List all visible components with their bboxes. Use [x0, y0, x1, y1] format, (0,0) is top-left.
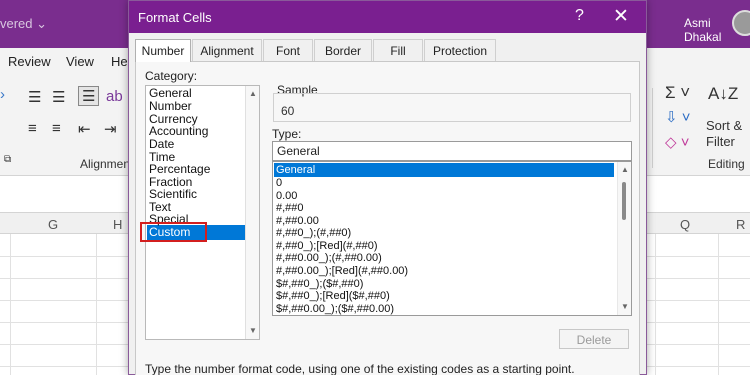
highlight-annotation: [140, 222, 207, 242]
scroll-thumb[interactable]: [622, 182, 626, 220]
type-label: Type:: [272, 127, 302, 141]
tab-view[interactable]: View: [66, 54, 94, 69]
tab-fill[interactable]: Fill: [373, 39, 423, 61]
scroll-up-icon[interactable]: ▲: [249, 89, 257, 98]
alignment-group-label: Alignmen: [80, 157, 131, 171]
delete-button[interactable]: Delete: [559, 329, 629, 349]
fill-icon[interactable]: ⇩ ˅: [665, 108, 691, 126]
format-item[interactable]: 0: [276, 177, 282, 189]
format-item[interactable]: $#,##0_);[Red]($#,##0): [276, 290, 390, 302]
format-item[interactable]: #,##0: [276, 202, 304, 214]
dialog-title: Format Cells: [138, 10, 212, 25]
category-scrollbar[interactable]: ▲ ▼: [245, 86, 259, 339]
decrease-indent-icon[interactable]: ⇤: [78, 120, 91, 138]
help-button[interactable]: ?: [575, 7, 584, 25]
format-selection-highlight: [274, 163, 614, 177]
tab-review[interactable]: Review: [8, 54, 51, 69]
format-scrollbar[interactable]: ▲ ▼: [617, 162, 631, 315]
help-text: Type the number format code, using one o…: [145, 362, 575, 375]
category-label: Category:: [145, 69, 198, 83]
format-item[interactable]: #,##0.00_);(#,##0.00): [276, 252, 382, 264]
category-list[interactable]: General Number Currency Accounting Date …: [145, 85, 260, 340]
column-header-r[interactable]: R: [736, 217, 745, 232]
align-bottom-icon[interactable]: ☰: [78, 86, 100, 106]
sort-filter-label-2[interactable]: Filter: [706, 134, 735, 149]
type-input[interactable]: [272, 141, 632, 161]
sort-filter-icon[interactable]: A↓Z: [708, 84, 738, 104]
close-button[interactable]: ✕: [613, 5, 629, 28]
autosum-icon[interactable]: Σ ˅: [665, 83, 690, 103]
increase-indent-icon[interactable]: ⇥: [104, 120, 117, 138]
scroll-up-icon[interactable]: ▲: [621, 165, 629, 174]
dialog-launcher-icon[interactable]: ⧉: [4, 154, 11, 165]
tab-number[interactable]: Number: [135, 39, 191, 62]
column-header-q[interactable]: Q: [680, 217, 690, 232]
column-header-h[interactable]: H: [113, 217, 122, 232]
sample-value: 60: [281, 104, 295, 118]
clear-icon[interactable]: ◇ ˅: [665, 133, 689, 151]
scroll-down-icon[interactable]: ▼: [621, 302, 629, 311]
dialog-title-bar[interactable]: Format Cells ? ✕: [129, 1, 646, 33]
format-cells-dialog: Format Cells ? ✕ Number Alignment Font B…: [128, 0, 647, 375]
orientation-text-icon[interactable]: ab: [106, 88, 123, 105]
tab-help[interactable]: He: [111, 54, 128, 69]
align-middle-icon[interactable]: ☰: [52, 88, 65, 106]
tab-alignment[interactable]: Alignment: [192, 39, 262, 61]
format-item[interactable]: $#,##0_);($#,##0): [276, 278, 363, 290]
format-code-list[interactable]: General 0 0.00 #,##0 #,##0.00 #,##0_);(#…: [272, 161, 632, 316]
format-item[interactable]: 0.00: [276, 190, 297, 202]
tab-protection[interactable]: Protection: [424, 39, 496, 61]
format-item[interactable]: #,##0_);[Red](#,##0): [276, 240, 378, 252]
sort-filter-label[interactable]: Sort &: [706, 118, 742, 133]
format-item[interactable]: #,##0_);(#,##0): [276, 227, 351, 239]
document-status[interactable]: vered ⌄: [0, 16, 47, 32]
sample-box: [273, 93, 631, 122]
editing-group-label: Editing: [708, 157, 745, 171]
tab-font[interactable]: Font: [263, 39, 313, 61]
format-item-general[interactable]: General: [276, 164, 315, 176]
align-center-icon[interactable]: ≡: [52, 120, 61, 137]
align-left-icon[interactable]: ≡: [28, 120, 37, 137]
format-item[interactable]: #,##0.00: [276, 215, 319, 227]
tab-border[interactable]: Border: [314, 39, 372, 61]
scroll-down-icon[interactable]: ▼: [249, 326, 257, 335]
format-item[interactable]: $#,##0.00_);($#,##0.00): [276, 303, 394, 315]
align-top-icon[interactable]: ☰: [28, 88, 41, 106]
ribbon-divider: [652, 88, 653, 168]
orientation-icon[interactable]: ›: [0, 86, 5, 103]
format-item[interactable]: #,##0.00_);[Red](#,##0.00): [276, 265, 408, 277]
column-header-g[interactable]: G: [48, 217, 58, 232]
